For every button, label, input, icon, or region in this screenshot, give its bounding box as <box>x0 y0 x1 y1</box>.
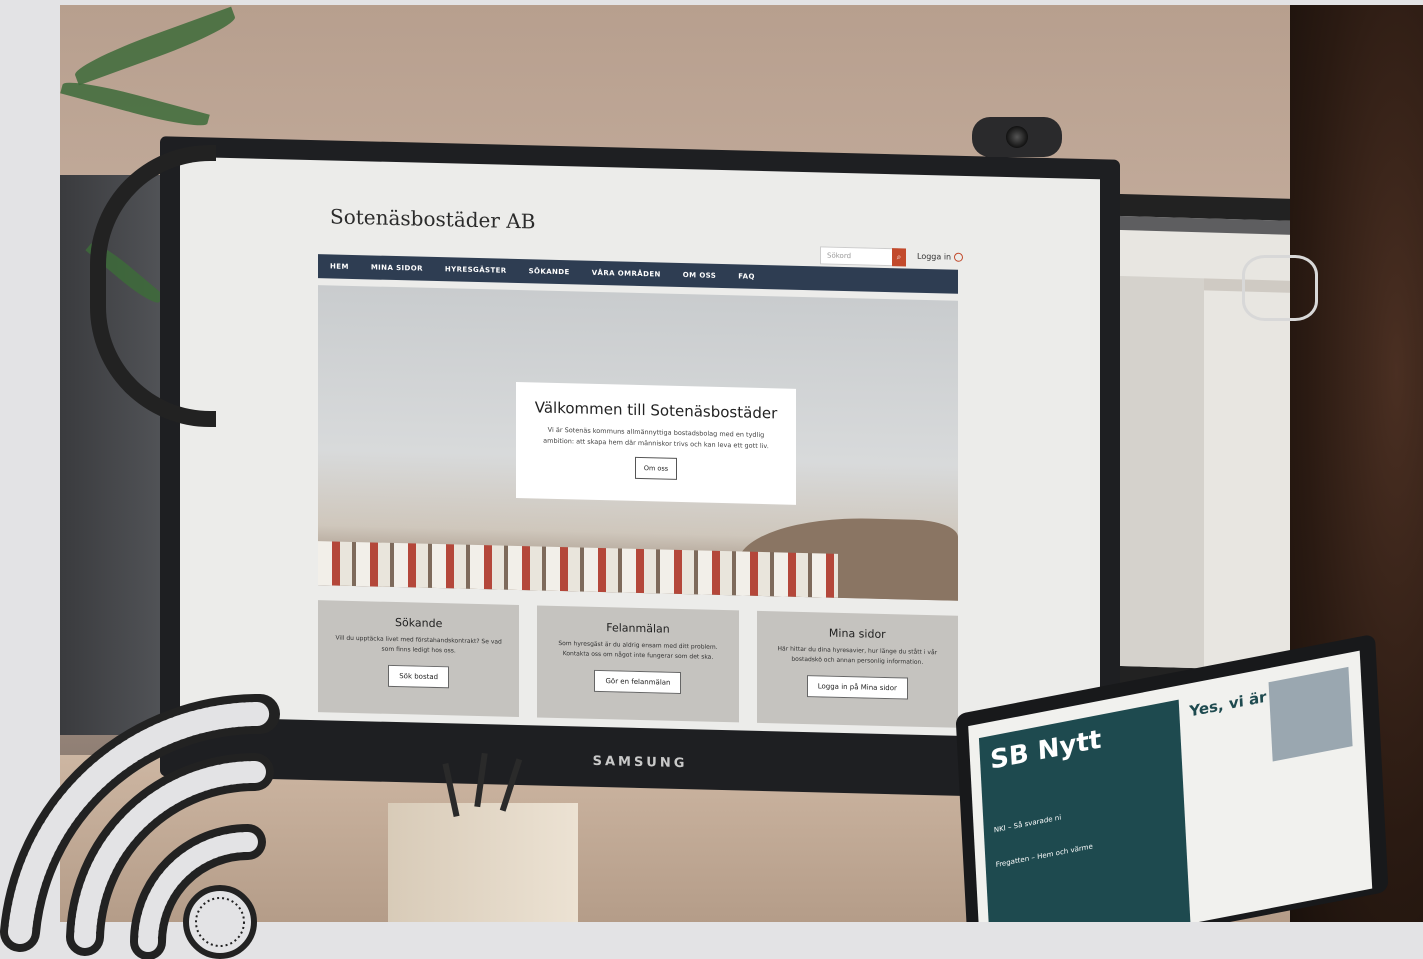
nav-item-faq[interactable]: FAQ <box>738 272 755 280</box>
magazine-cover: SB Nytt NKI – Så svarade ni Fregatten – … <box>978 699 1191 922</box>
hero-text: Vi är Sotenäs kommuns allmännyttiga bost… <box>543 425 769 451</box>
nav-item-hem[interactable]: HEM <box>330 262 349 270</box>
user-icon <box>954 252 964 262</box>
magazine-item: NKI – Så svarade ni <box>993 813 1062 835</box>
felanmalan-button[interactable]: Gör en felanmälan <box>594 669 682 695</box>
wifi-icon <box>0 693 280 959</box>
magazine-photo <box>1268 666 1353 762</box>
plant-leaf <box>71 6 239 86</box>
tile-text: Vill du upptäcka livet med förstahandsko… <box>335 634 502 655</box>
hero-title: Välkommen till Sotenäsbostäder <box>534 398 778 423</box>
glasses <box>1242 255 1318 321</box>
tile-sokande: Sökande Vill du upptäcka livet med först… <box>318 600 520 718</box>
magazine-item: Fregatten – Hem och värme <box>995 842 1093 870</box>
nav-item-mina-sidor[interactable]: MINA SIDOR <box>371 263 423 272</box>
tile-text: Här hittar du dina hyresavier, hur länge… <box>777 645 938 666</box>
nav-item-sokande[interactable]: SÖKANDE <box>529 267 570 276</box>
mina-sidor-button[interactable]: Logga in på Mina sidor <box>806 675 908 700</box>
site-title: Sotenäsbostäder AB <box>330 204 536 234</box>
login-label: Logga in <box>917 251 952 262</box>
login-link[interactable]: Logga in <box>917 251 964 262</box>
nav-item-hyresgaster[interactable]: HYRESGÄSTER <box>445 265 507 275</box>
magazine-title: SB Nytt <box>989 724 1103 776</box>
tile-title: Mina sidor <box>828 626 886 642</box>
main-monitor: Sotenäsbostäder AB Sökord ⌕ Logga in HEM… <box>160 136 1120 800</box>
tile-title: Felanmälan <box>606 621 670 636</box>
om-oss-button[interactable]: Om oss <box>634 456 678 480</box>
tile-mina-sidor: Mina sidor Här hittar du dina hyresavier… <box>756 610 958 728</box>
hero-card: Välkommen till Sotenäsbostäder Vi är Sot… <box>516 381 796 505</box>
webcam-lens <box>1006 126 1028 148</box>
plant-leaf <box>60 75 210 133</box>
search-icon[interactable]: ⌕ <box>892 248 906 267</box>
hero-banner: Välkommen till Sotenäsbostäder Vi är Sot… <box>318 285 958 601</box>
tile-felanmalan: Felanmälan Som hyresgäst är du aldrig en… <box>537 605 739 723</box>
pen-cup <box>388 752 578 922</box>
nav-item-om-oss[interactable]: OM OSS <box>683 271 716 280</box>
sok-bostad-button[interactable]: Sök bostad <box>388 664 450 689</box>
nav-item-vara-omraden[interactable]: VÅRA OMRÅDEN <box>592 269 661 279</box>
tile-text: Som hyresgäst är du aldrig ensam med dit… <box>558 640 718 661</box>
webcam <box>972 117 1062 157</box>
search-input[interactable]: Sökord <box>820 246 898 267</box>
app-sidebar <box>1112 275 1204 669</box>
main-screen: Sotenäsbostäder AB Sökord ⌕ Logga in HEM… <box>180 156 1100 740</box>
tile-title: Sökande <box>394 616 443 631</box>
info-tiles: Sökande Vill du upptäcka livet med först… <box>318 600 958 728</box>
